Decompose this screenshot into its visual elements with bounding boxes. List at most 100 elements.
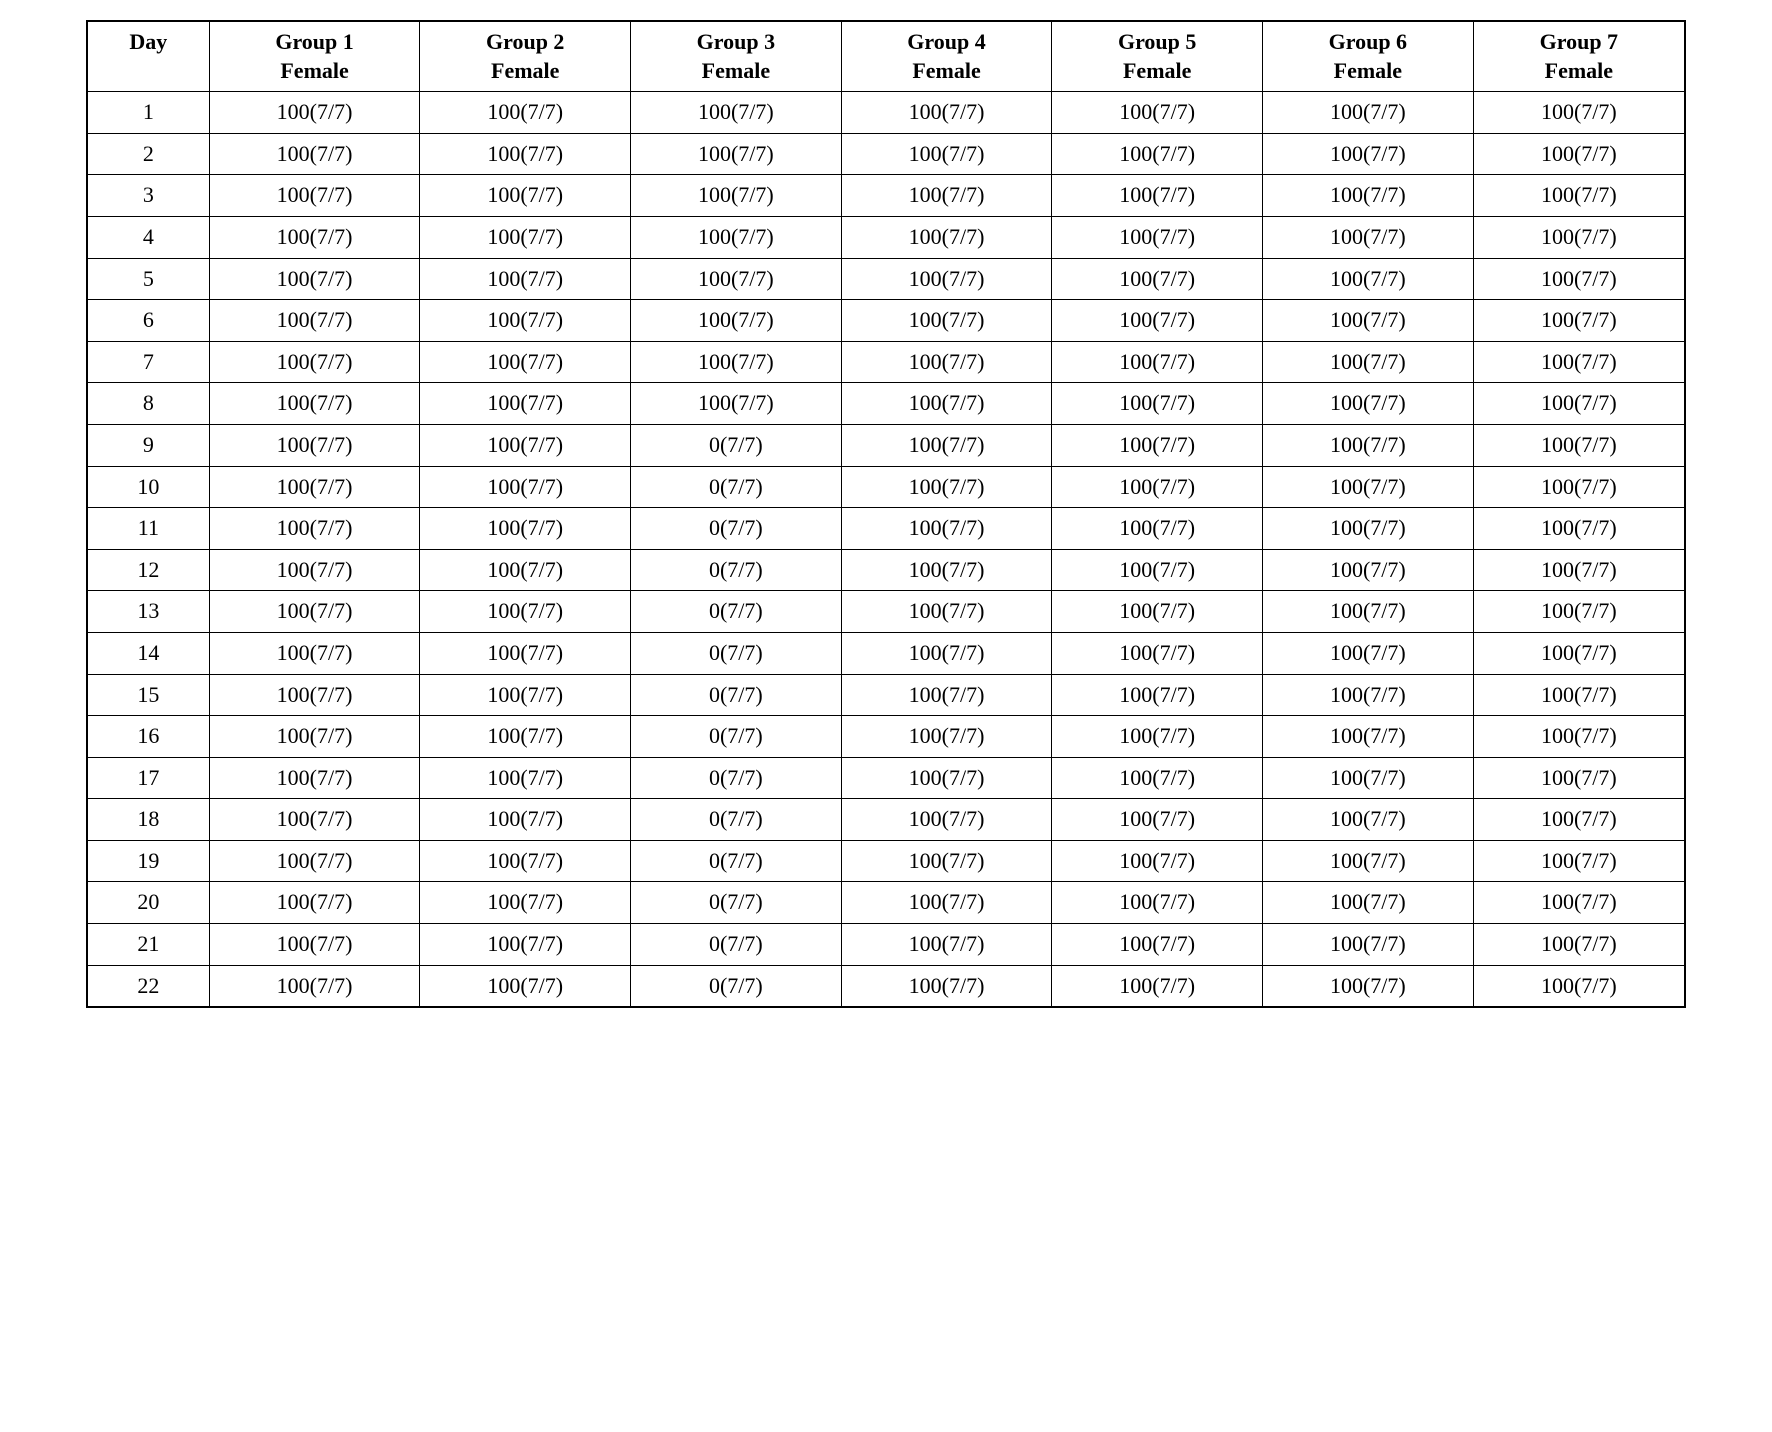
cell-group7: 100(7/7): [1473, 424, 1685, 466]
cell-group6: 100(7/7): [1263, 799, 1474, 841]
cell-group2: 100(7/7): [420, 716, 631, 758]
table-row: 7100(7/7)100(7/7)100(7/7)100(7/7)100(7/7…: [87, 341, 1685, 383]
cell-group7: 100(7/7): [1473, 716, 1685, 758]
cell-group3: 0(7/7): [631, 424, 842, 466]
cell-group7: 100(7/7): [1473, 175, 1685, 217]
cell-group4: 100(7/7): [841, 632, 1052, 674]
cell-group4: 100(7/7): [841, 424, 1052, 466]
cell-group5: 100(7/7): [1052, 632, 1263, 674]
cell-group5: 100(7/7): [1052, 216, 1263, 258]
cell-group3: 100(7/7): [631, 383, 842, 425]
cell-group1: 100(7/7): [209, 632, 420, 674]
table-row: 17100(7/7)100(7/7)0(7/7)100(7/7)100(7/7)…: [87, 757, 1685, 799]
cell-group6: 100(7/7): [1263, 466, 1474, 508]
cell-group5: 100(7/7): [1052, 92, 1263, 134]
cell-group2: 100(7/7): [420, 674, 631, 716]
header-row: Day Group 1Female Group 2Female Group 3F…: [87, 21, 1685, 92]
cell-group2: 100(7/7): [420, 549, 631, 591]
cell-group4: 100(7/7): [841, 882, 1052, 924]
table-row: 2100(7/7)100(7/7)100(7/7)100(7/7)100(7/7…: [87, 133, 1685, 175]
cell-group2: 100(7/7): [420, 840, 631, 882]
cell-group6: 100(7/7): [1263, 882, 1474, 924]
table-row: 19100(7/7)100(7/7)0(7/7)100(7/7)100(7/7)…: [87, 840, 1685, 882]
cell-group5: 100(7/7): [1052, 799, 1263, 841]
cell-group7: 100(7/7): [1473, 508, 1685, 550]
cell-group4: 100(7/7): [841, 716, 1052, 758]
cell-group4: 100(7/7): [841, 92, 1052, 134]
cell-group2: 100(7/7): [420, 882, 631, 924]
cell-group7: 100(7/7): [1473, 840, 1685, 882]
cell-day: 3: [87, 175, 209, 217]
cell-group6: 100(7/7): [1263, 383, 1474, 425]
cell-group4: 100(7/7): [841, 300, 1052, 342]
cell-group1: 100(7/7): [209, 674, 420, 716]
cell-group6: 100(7/7): [1263, 591, 1474, 633]
cell-group7: 100(7/7): [1473, 216, 1685, 258]
cell-group1: 100(7/7): [209, 591, 420, 633]
cell-group6: 100(7/7): [1263, 258, 1474, 300]
cell-group1: 100(7/7): [209, 175, 420, 217]
cell-group5: 100(7/7): [1052, 716, 1263, 758]
cell-group3: 100(7/7): [631, 258, 842, 300]
cell-group4: 100(7/7): [841, 924, 1052, 966]
table-row: 20100(7/7)100(7/7)0(7/7)100(7/7)100(7/7)…: [87, 882, 1685, 924]
cell-group3: 0(7/7): [631, 799, 842, 841]
cell-group2: 100(7/7): [420, 383, 631, 425]
cell-group2: 100(7/7): [420, 466, 631, 508]
cell-group7: 100(7/7): [1473, 92, 1685, 134]
cell-day: 12: [87, 549, 209, 591]
cell-group4: 100(7/7): [841, 549, 1052, 591]
cell-group3: 100(7/7): [631, 92, 842, 134]
cell-group4: 100(7/7): [841, 216, 1052, 258]
cell-group2: 100(7/7): [420, 92, 631, 134]
cell-group4: 100(7/7): [841, 757, 1052, 799]
cell-group4: 100(7/7): [841, 965, 1052, 1007]
main-container: Day Group 1Female Group 2Female Group 3F…: [86, 20, 1686, 1008]
cell-group3: 0(7/7): [631, 674, 842, 716]
cell-group1: 100(7/7): [209, 92, 420, 134]
cell-group3: 0(7/7): [631, 591, 842, 633]
cell-group3: 0(7/7): [631, 965, 842, 1007]
cell-group5: 100(7/7): [1052, 882, 1263, 924]
cell-group2: 100(7/7): [420, 216, 631, 258]
cell-group2: 100(7/7): [420, 133, 631, 175]
cell-group7: 100(7/7): [1473, 466, 1685, 508]
cell-group1: 100(7/7): [209, 300, 420, 342]
cell-group4: 100(7/7): [841, 175, 1052, 217]
cell-group7: 100(7/7): [1473, 133, 1685, 175]
cell-day: 19: [87, 840, 209, 882]
cell-group7: 100(7/7): [1473, 258, 1685, 300]
cell-group3: 0(7/7): [631, 840, 842, 882]
col-header-group7: Group 7Female: [1473, 21, 1685, 92]
cell-group1: 100(7/7): [209, 341, 420, 383]
table-row: 15100(7/7)100(7/7)0(7/7)100(7/7)100(7/7)…: [87, 674, 1685, 716]
cell-group7: 100(7/7): [1473, 799, 1685, 841]
cell-group2: 100(7/7): [420, 799, 631, 841]
cell-day: 13: [87, 591, 209, 633]
col-header-group1: Group 1Female: [209, 21, 420, 92]
cell-group5: 100(7/7): [1052, 466, 1263, 508]
col-header-group6: Group 6Female: [1263, 21, 1474, 92]
cell-day: 11: [87, 508, 209, 550]
cell-group2: 100(7/7): [420, 632, 631, 674]
table-row: 18100(7/7)100(7/7)0(7/7)100(7/7)100(7/7)…: [87, 799, 1685, 841]
cell-day: 7: [87, 341, 209, 383]
cell-group5: 100(7/7): [1052, 757, 1263, 799]
cell-group6: 100(7/7): [1263, 840, 1474, 882]
table-row: 1100(7/7)100(7/7)100(7/7)100(7/7)100(7/7…: [87, 92, 1685, 134]
cell-group6: 100(7/7): [1263, 965, 1474, 1007]
cell-group5: 100(7/7): [1052, 175, 1263, 217]
cell-group6: 100(7/7): [1263, 549, 1474, 591]
cell-group1: 100(7/7): [209, 466, 420, 508]
cell-day: 4: [87, 216, 209, 258]
cell-group6: 100(7/7): [1263, 300, 1474, 342]
data-table: Day Group 1Female Group 2Female Group 3F…: [86, 20, 1686, 1008]
cell-group7: 100(7/7): [1473, 674, 1685, 716]
cell-group3: 0(7/7): [631, 716, 842, 758]
cell-group7: 100(7/7): [1473, 965, 1685, 1007]
cell-group4: 100(7/7): [841, 508, 1052, 550]
cell-group2: 100(7/7): [420, 300, 631, 342]
table-row: 10100(7/7)100(7/7)0(7/7)100(7/7)100(7/7)…: [87, 466, 1685, 508]
cell-day: 21: [87, 924, 209, 966]
cell-day: 5: [87, 258, 209, 300]
